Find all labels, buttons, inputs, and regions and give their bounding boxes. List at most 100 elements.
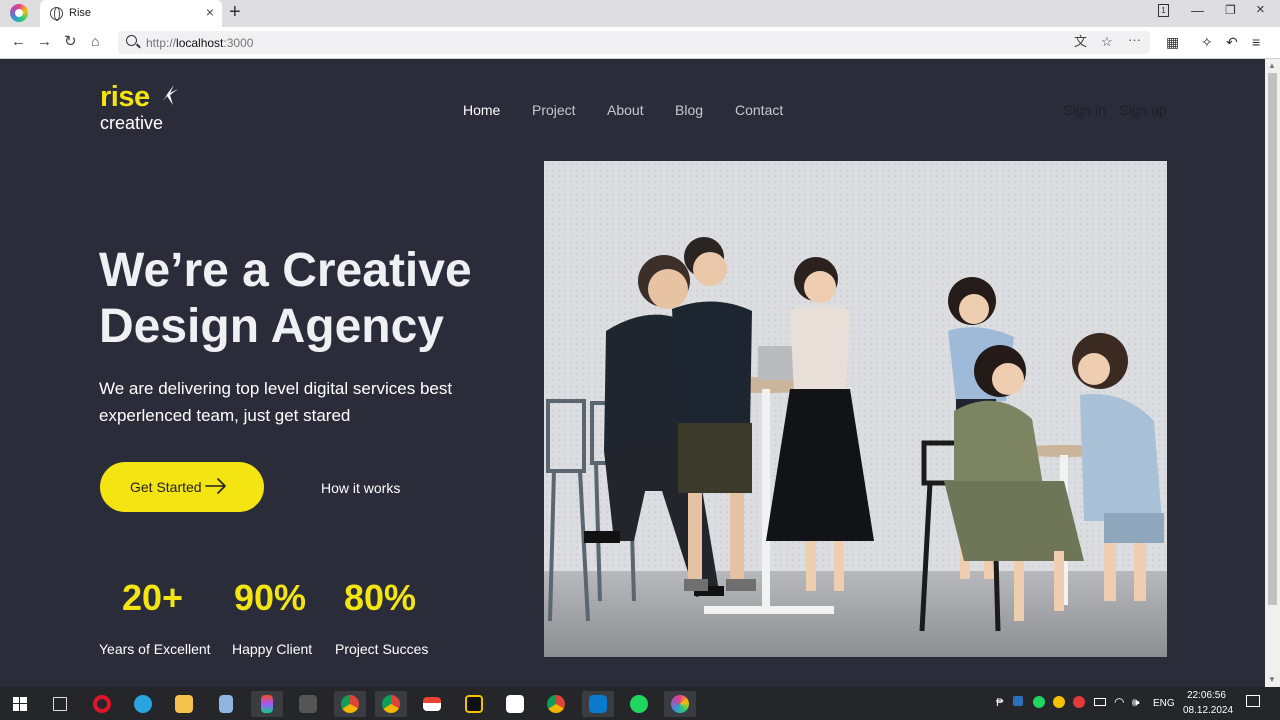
stat-projects-label: Project Succes [335, 641, 429, 657]
new-tab-icon[interactable]: + [229, 2, 241, 22]
nav-project[interactable]: Project [532, 102, 576, 118]
spotify-icon [630, 695, 648, 713]
nav-contact[interactable]: Contact [735, 102, 783, 118]
chrome-profile-icon [382, 695, 400, 713]
tray-spotify-icon[interactable] [1033, 696, 1045, 708]
browser-tab[interactable]: Rise × [40, 0, 222, 27]
language-indicator[interactable]: ENG [1153, 698, 1175, 709]
close-tab-icon[interactable]: × [206, 5, 214, 19]
logo-word: rise [100, 81, 150, 113]
team-photo [544, 161, 1167, 657]
tray-vpn-icon[interactable] [1013, 696, 1023, 706]
website-page: rise creative Home Project About Blog Co… [0, 59, 1265, 687]
reload-icon[interactable]: ↻ [64, 34, 77, 49]
tray-antivirus-icon[interactable] [1073, 696, 1085, 708]
notifications-icon[interactable] [1246, 695, 1260, 707]
taskbar-browser[interactable] [664, 691, 696, 717]
browser-logo-icon[interactable] [10, 4, 28, 22]
team-photo-illustration [544, 161, 1167, 657]
file-explorer-icon [175, 695, 193, 713]
stat-projects-value: 80% [344, 577, 417, 618]
taskbar-vscode[interactable] [582, 691, 614, 717]
taskbar-explorer[interactable] [168, 691, 200, 717]
scroll-thumb[interactable] [1268, 73, 1277, 605]
taskbar-telegram[interactable] [127, 691, 159, 717]
search-icon [126, 35, 137, 46]
menu-icon[interactable]: ≡ [1252, 35, 1260, 49]
more-icon[interactable]: ··· [1128, 33, 1141, 46]
app-icon [465, 695, 483, 713]
undo-icon[interactable]: ↶ [1226, 35, 1238, 49]
clock-date[interactable]: 08.12.2024 [1183, 705, 1233, 716]
windows-taskbar: ₱ ◠ 🕪 ENG 22:06:56 08.12.2024 [0, 687, 1280, 720]
url-bar[interactable]: http://localhost:3000 ⽂ ☆ ··· [118, 31, 1150, 54]
battery-icon[interactable] [1094, 698, 1106, 706]
minimize-icon[interactable]: — [1191, 4, 1204, 17]
taskbar-gimp[interactable] [292, 691, 324, 717]
back-icon[interactable]: ← [11, 34, 26, 49]
address-toolbar: ← → ↻ ⌂ http://localhost:3000 ⽂ ☆ ··· ▦ … [0, 27, 1280, 59]
stat-years-label: Years of Excellent [99, 641, 211, 657]
taskbar-chrome[interactable] [540, 691, 572, 717]
forward-icon[interactable]: → [37, 34, 52, 49]
figma-icon [261, 695, 273, 713]
nav-about[interactable]: About [607, 102, 644, 118]
sign-in-link[interactable]: Sign in [1063, 102, 1106, 118]
globe-icon [50, 7, 63, 21]
how-it-works-link[interactable]: How it works [321, 480, 400, 496]
translate-icon[interactable]: ⽂ [1074, 35, 1087, 48]
chrome-icon [547, 695, 565, 713]
gmail-icon [423, 697, 441, 711]
task-view-icon [53, 697, 67, 711]
bookmark-star-icon[interactable]: ☆ [1101, 35, 1113, 48]
tray-app-icon[interactable] [1053, 696, 1065, 708]
home-icon[interactable]: ⌂ [91, 34, 99, 48]
gimp-icon [299, 695, 317, 713]
taskbar-readymag[interactable] [499, 691, 531, 717]
extensions-grid-icon[interactable]: ▦ [1166, 35, 1179, 49]
vscode-icon [589, 695, 607, 713]
notepad-icon [219, 695, 233, 713]
taskbar-opera[interactable] [86, 691, 118, 717]
windows-start-icon [13, 697, 27, 711]
wifi-icon[interactable]: ◠ [1114, 695, 1124, 709]
favorites-icon[interactable]: ✧ [1201, 35, 1213, 49]
task-view-button[interactable] [44, 691, 76, 717]
hero-subtitle: We are delivering top level digital serv… [99, 379, 453, 425]
taskbar-notepad[interactable] [210, 691, 242, 717]
hero-title: We’re a Creative Design Agency [99, 244, 472, 353]
nav-blog[interactable]: Blog [675, 102, 703, 118]
browser-tab-strip: Rise × + 1 — ❐ × [0, 0, 1280, 27]
scroll-up-icon[interactable]: ▲ [1268, 61, 1276, 70]
tab-title: Rise [69, 7, 92, 19]
tab-counter-icon[interactable]: 1 [1158, 4, 1169, 17]
telegram-icon [134, 695, 152, 713]
volume-icon[interactable]: 🕪 [1132, 695, 1140, 710]
taskbar-figma[interactable] [251, 691, 283, 717]
stat-clients-label: Happy Client [232, 641, 313, 657]
nav-home[interactable]: Home [463, 102, 500, 118]
clock-time[interactable]: 22:06:56 [1187, 690, 1226, 701]
stat-clients-value: 90% [234, 577, 307, 618]
sign-up-link[interactable]: Sign up [1119, 102, 1166, 118]
get-started-label: Get Started [130, 479, 202, 495]
close-window-icon[interactable]: × [1256, 2, 1265, 17]
get-started-button[interactable]: Get Started [100, 462, 264, 512]
site-logo[interactable]: rise creative [100, 81, 178, 133]
opera-icon [93, 695, 111, 713]
windows-start-button[interactable] [4, 691, 36, 717]
scroll-down-icon[interactable]: ▼ [1268, 675, 1276, 684]
maximize-icon[interactable]: ❐ [1225, 4, 1236, 16]
tray-pen-icon[interactable]: ₱ [996, 697, 1003, 709]
page-scrollbar[interactable]: ▲ ▼ [1265, 59, 1280, 687]
arrow-right-icon [205, 478, 226, 494]
url-text[interactable]: http://localhost:3000 [146, 36, 253, 50]
taskbar-chrome-profile-2[interactable] [375, 691, 407, 717]
taskbar-gmail[interactable] [416, 691, 448, 717]
browser-icon [671, 695, 689, 713]
taskbar-spotify[interactable] [623, 691, 655, 717]
stat-years-value: 20+ [122, 577, 184, 618]
taskbar-app[interactable] [458, 691, 490, 717]
logo-subword: creative [100, 113, 164, 133]
taskbar-chrome-profile-1[interactable] [334, 691, 366, 717]
